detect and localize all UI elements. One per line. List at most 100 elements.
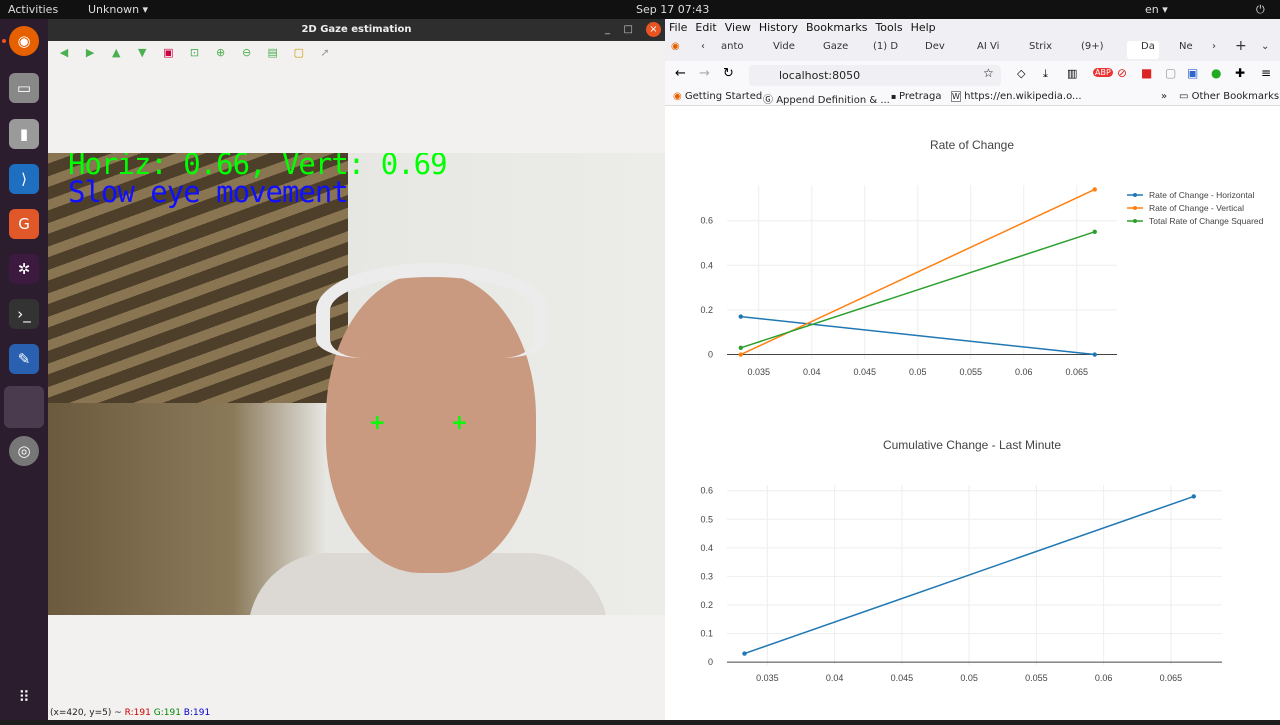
active-app-icon[interactable] xyxy=(4,386,44,428)
bookmark-star-icon[interactable]: ☆ xyxy=(983,66,994,80)
zoom-out-icon[interactable]: ⊖ xyxy=(240,47,254,59)
x-tick-label: 0.065 xyxy=(1160,673,1183,683)
bookmarks-toolbar: ◉ Getting Started Ⓖ Append Definition & … xyxy=(665,89,1280,106)
reload-icon[interactable]: ↻ xyxy=(723,66,734,81)
y-tick-label: 0.6 xyxy=(700,216,713,226)
library-icon[interactable]: ▥ xyxy=(1067,67,1077,80)
legend-marker xyxy=(1133,193,1137,197)
tab-3[interactable]: Gaze xyxy=(823,41,859,59)
url-bar[interactable]: localhost:8050 xyxy=(749,65,1001,86)
zoom-in-icon[interactable]: ⊕ xyxy=(214,47,228,59)
x-tick-label: 0.045 xyxy=(854,367,877,377)
disc-icon[interactable]: ◎ xyxy=(9,436,39,466)
tab-2[interactable]: Vide xyxy=(773,41,813,59)
app-menu-icon[interactable]: ≡ xyxy=(1261,66,1271,80)
adblock-icon[interactable]: ABP xyxy=(1093,68,1113,77)
pan-right-icon[interactable]: ▶ xyxy=(83,47,97,59)
pan-left-icon[interactable]: ◀ xyxy=(57,47,71,59)
app-menu[interactable]: Unknown ▾ xyxy=(88,3,148,16)
menu-history[interactable]: History xyxy=(759,21,798,34)
window-title: 2D Gaze estimation xyxy=(301,24,412,35)
x-tick-label: 0.055 xyxy=(1025,673,1048,683)
tab-4[interactable]: (1) D xyxy=(873,41,909,59)
menu-file[interactable]: File xyxy=(669,21,687,34)
downloads-icon[interactable]: ⤓ xyxy=(1043,67,1048,81)
properties-icon[interactable]: ▢ xyxy=(292,47,306,59)
extension-gray-icon[interactable]: ▢ xyxy=(1165,66,1176,80)
slack-icon[interactable]: ✲ xyxy=(9,254,39,284)
rate-of-change-chart: Rate of Change 0.035 0.04 0.045 0.05 0.055 0.0… xyxy=(700,138,1263,377)
firefox-view-icon[interactable]: ◉ xyxy=(671,41,689,59)
bookmark-other-bookmarks[interactable]: ▭ Other Bookmarks xyxy=(1179,91,1279,102)
files-icon[interactable]: ▭ xyxy=(9,73,39,103)
clock[interactable]: Sep 17 07:43 xyxy=(636,3,709,16)
menu-bookmarks[interactable]: Bookmarks xyxy=(806,21,867,34)
tab-6[interactable]: AI Vi xyxy=(977,41,1013,59)
translate-icon[interactable]: ▣ xyxy=(1187,66,1198,80)
show-apps-icon[interactable]: ⠿ xyxy=(9,682,39,712)
tab-8[interactable]: (9+) xyxy=(1081,41,1113,59)
tab-5[interactable]: Dev xyxy=(925,41,961,59)
tab-strip: ◉ ‹ anto Vide Gaze (1) D Dev AI Vi Strix… xyxy=(665,36,1280,61)
y-tick-label: 0 xyxy=(708,350,713,360)
close-button[interactable]: × xyxy=(646,22,661,37)
list-tabs-icon[interactable]: ⌄ xyxy=(1261,41,1275,59)
x-tick-label: 0.04 xyxy=(803,367,821,377)
tab-10[interactable]: Ne xyxy=(1179,41,1207,59)
tabs-scroll-right-icon[interactable]: › xyxy=(1212,41,1226,59)
pocket-icon[interactable]: ◇ xyxy=(1017,67,1025,80)
extension-red-icon[interactable]: ■ xyxy=(1141,66,1152,80)
save-icon[interactable]: ▤ xyxy=(266,47,280,59)
vscode-icon[interactable]: ⟩ xyxy=(9,164,39,194)
back-icon[interactable]: ← xyxy=(675,66,686,81)
opencv-window: 2D Gaze estimation _ □ × ◀ ▶ ▲ ▼ ▣ ⊡ ⊕ ⊖… xyxy=(48,19,665,720)
zoom-original-icon[interactable]: ⊡ xyxy=(187,47,201,59)
bookmark-pretraga[interactable]: ▪ Pretraga xyxy=(891,91,942,102)
firefox-window: File Edit View History Bookmarks Tools Help ◉ … xyxy=(665,19,1280,720)
tab-1[interactable]: anto xyxy=(721,41,761,59)
pan-down-icon[interactable]: ▼ xyxy=(135,47,149,59)
camera-frame: + + Horiz: 0.66, Vert: 0.69 Slow eye mov… xyxy=(48,153,665,615)
url-text: localhost:8050 xyxy=(779,69,861,82)
extensions-icon[interactable]: ✚ xyxy=(1235,66,1245,80)
firefox-icon[interactable]: ◉ xyxy=(9,26,39,56)
tab-7[interactable]: Strix xyxy=(1029,41,1065,59)
status-coords: (x=420, y=5) ~ xyxy=(50,708,122,718)
y-tick-label: 0.4 xyxy=(700,543,713,553)
bookmark-wikipedia[interactable]: W https://en.wikipedia.o... xyxy=(951,91,1082,102)
x-tick-label: 0.06 xyxy=(1015,367,1033,377)
pan-up-icon[interactable]: ▲ xyxy=(109,47,123,59)
tab-active[interactable]: Da xyxy=(1127,41,1159,59)
legend-marker xyxy=(1133,206,1137,210)
minimize-button[interactable]: _ xyxy=(605,19,610,41)
zoom-fit-icon[interactable]: ▣ xyxy=(161,47,175,59)
data-point xyxy=(1092,352,1097,357)
bookmark-getting-started[interactable]: ◉ Getting Started xyxy=(673,91,762,102)
pointer-icon[interactable]: ➚ xyxy=(318,47,332,59)
text-editor-icon[interactable]: ✎ xyxy=(9,344,39,374)
x-tick-label: 0.04 xyxy=(826,673,844,683)
block-icon[interactable]: ⊘ xyxy=(1117,66,1127,80)
power-icon[interactable]: ⏻ xyxy=(1256,3,1265,17)
usb-drive-icon[interactable]: ▮ xyxy=(9,119,39,149)
bookmarks-overflow-icon[interactable]: » xyxy=(1161,91,1167,102)
navigation-bar: ← → ↻ localhost:8050 ☆ ◇ ⤓ ▥ ABP ⊘ ■ ▢ ▣… xyxy=(665,61,1280,89)
data-point xyxy=(738,352,743,357)
bookmark-append-definition[interactable]: Ⓖ Append Definition & ... xyxy=(763,91,890,106)
extension-green-icon[interactable]: ● xyxy=(1211,66,1221,80)
tabs-scroll-left-icon[interactable]: ‹ xyxy=(701,41,715,59)
terminal-icon[interactable]: ›_ xyxy=(9,299,39,329)
menu-view[interactable]: View xyxy=(725,21,751,34)
menu-help[interactable]: Help xyxy=(911,21,936,34)
pdf-reader-icon[interactable]: G xyxy=(9,209,39,239)
menu-tools[interactable]: Tools xyxy=(875,21,902,34)
activities-button[interactable]: Activities xyxy=(8,3,58,16)
language-indicator[interactable]: en ▾ xyxy=(1145,3,1168,16)
menu-edit[interactable]: Edit xyxy=(695,21,716,34)
new-tab-icon[interactable]: + xyxy=(1235,38,1249,56)
forward-icon[interactable]: → xyxy=(699,66,710,81)
maximize-button[interactable]: □ xyxy=(624,19,633,41)
opencv-toolbar: ◀ ▶ ▲ ▼ ▣ ⊡ ⊕ ⊖ ▤ ▢ ➚ xyxy=(48,41,665,63)
data-point xyxy=(738,314,743,319)
legend-label: Rate of Change - Horizontal xyxy=(1149,190,1254,200)
